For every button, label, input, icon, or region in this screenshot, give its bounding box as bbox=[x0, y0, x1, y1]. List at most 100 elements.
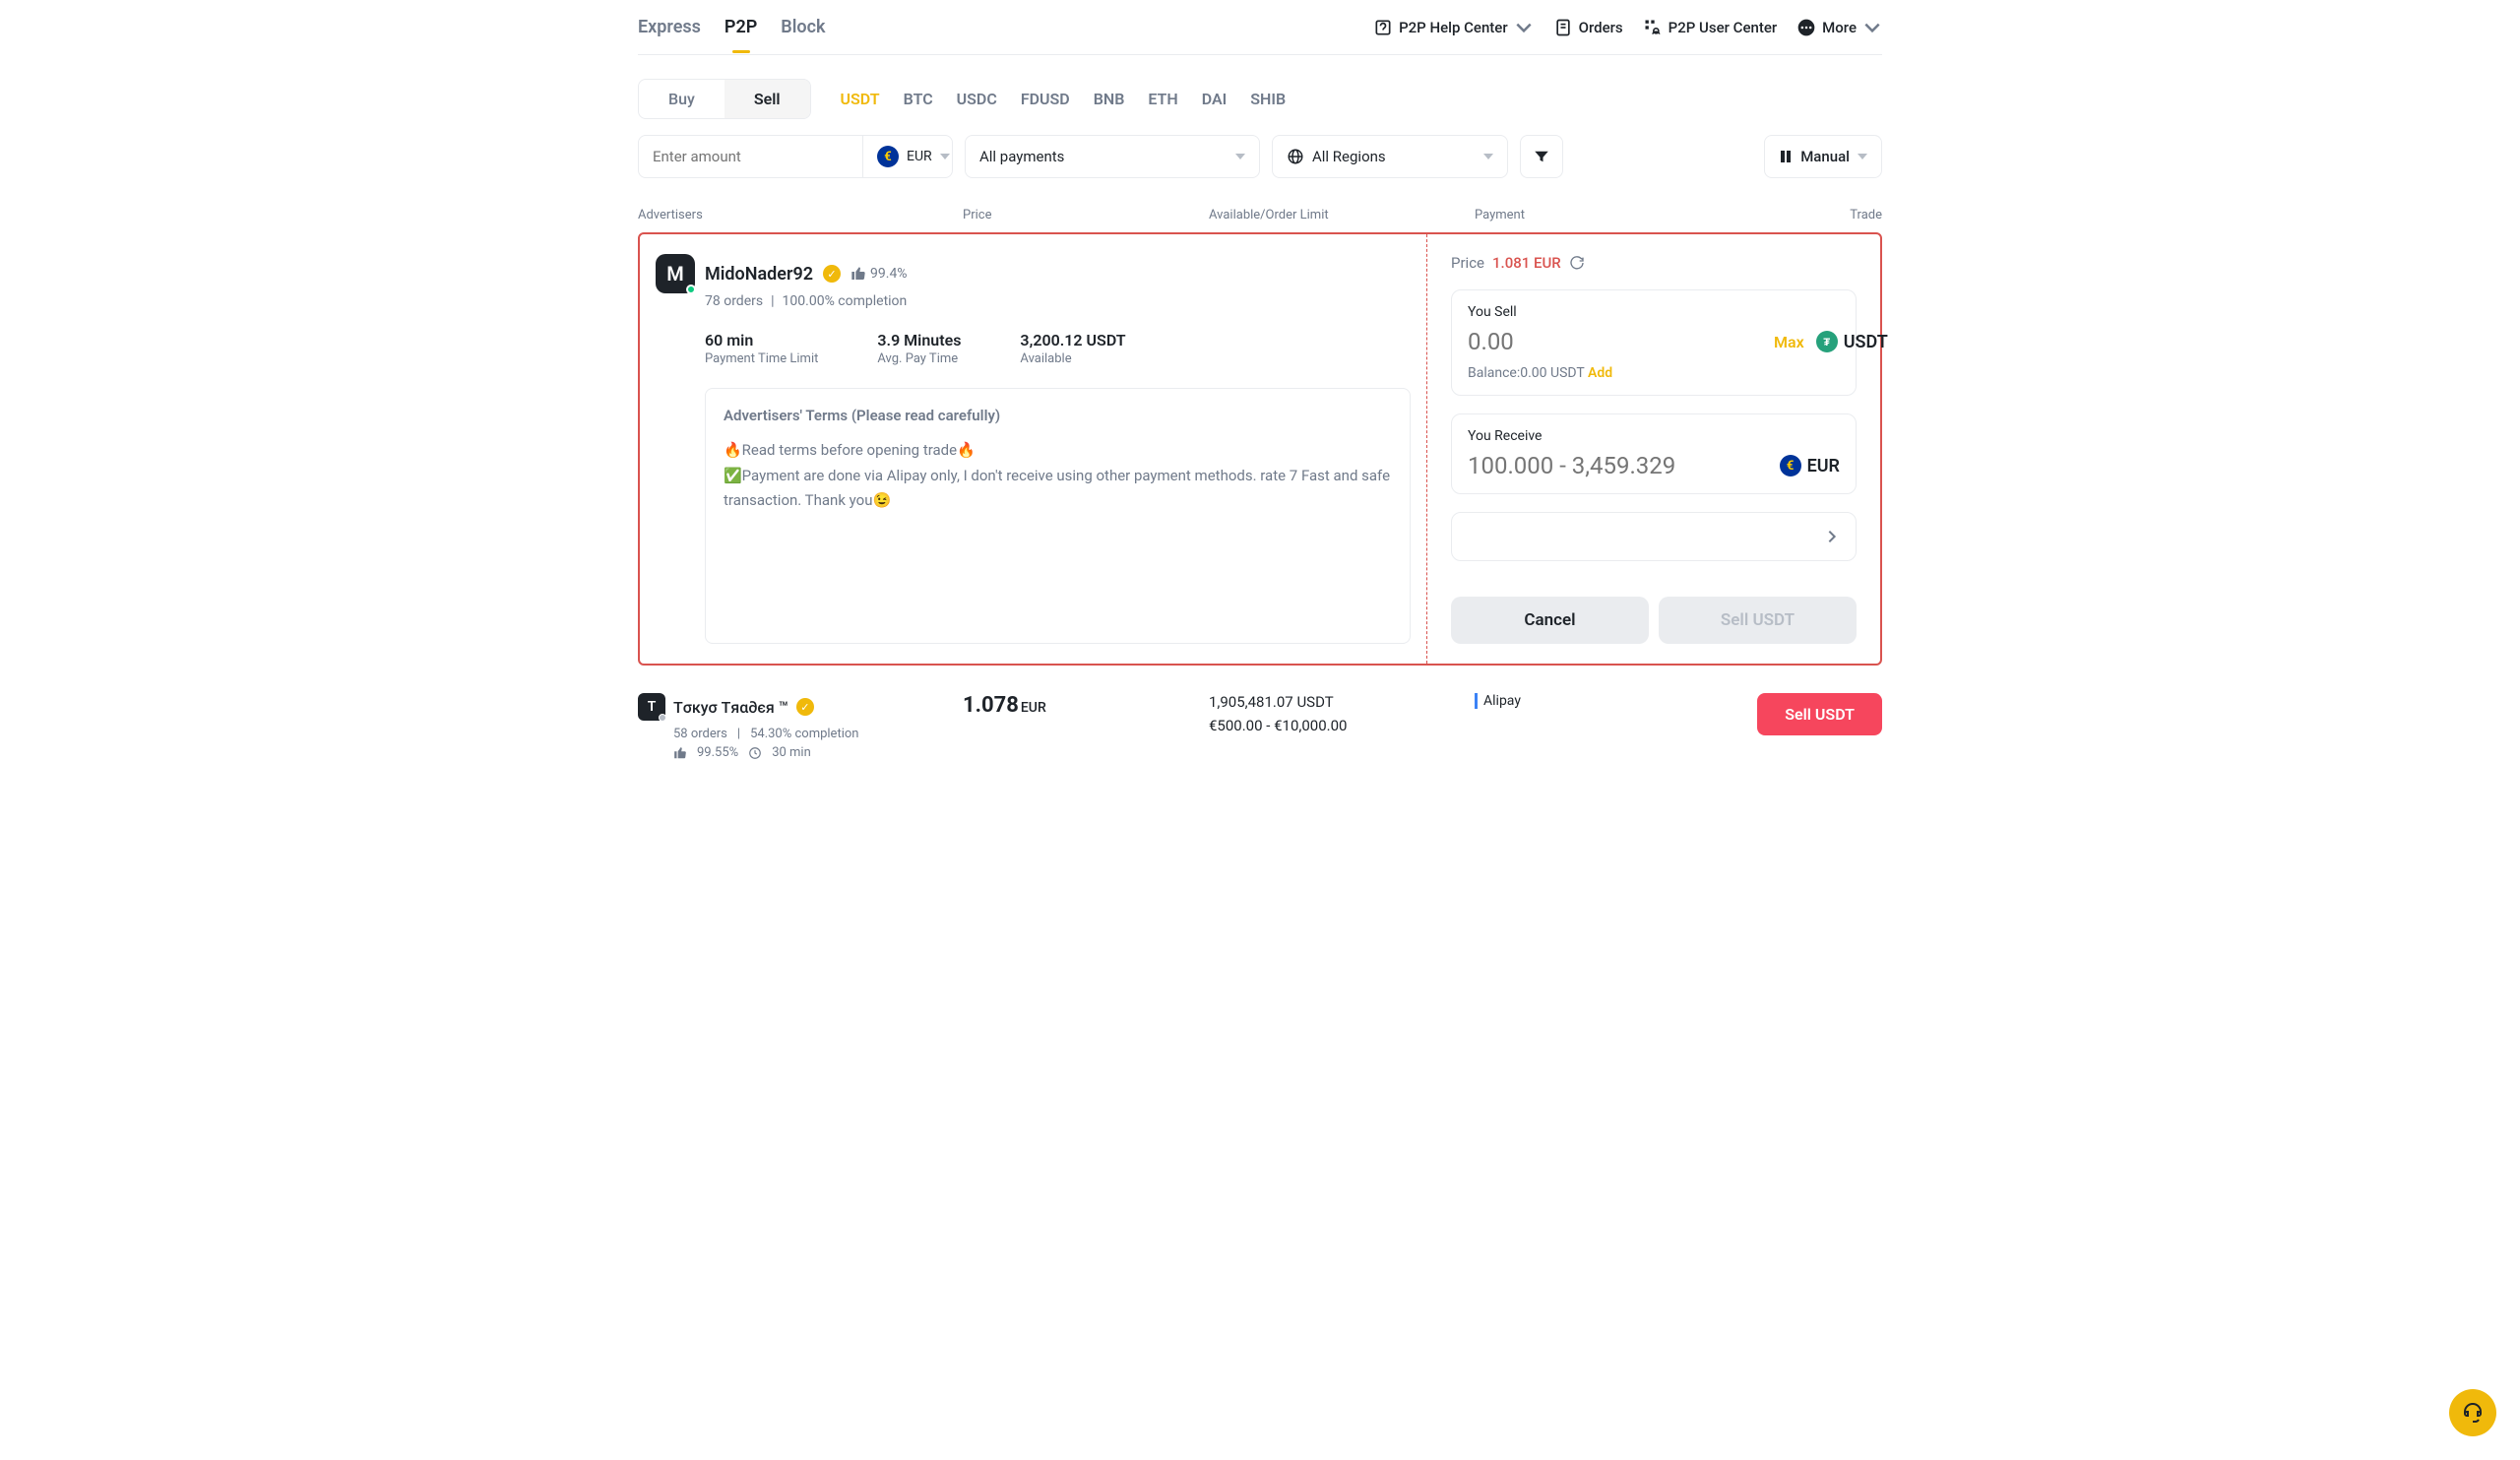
sell-usdt-button[interactable]: Sell USDT bbox=[1757, 693, 1882, 735]
thumb-up-icon bbox=[673, 746, 687, 760]
orders-link[interactable]: Orders bbox=[1553, 18, 1623, 37]
add-balance-link[interactable]: Add bbox=[1588, 365, 1612, 381]
more-icon bbox=[1796, 18, 1816, 37]
more-label: More bbox=[1822, 19, 1857, 36]
time-limit: 30 min bbox=[772, 745, 811, 760]
headset-icon bbox=[2461, 1401, 2485, 1425]
regions-select[interactable]: All Regions bbox=[1272, 135, 1508, 178]
help-center-link[interactable]: P2P Help Center bbox=[1373, 18, 1534, 37]
refresh-icon[interactable] bbox=[1569, 255, 1585, 271]
user-center-link[interactable]: P2P User Center bbox=[1643, 18, 1778, 37]
sell-unit-label: USDT bbox=[1844, 332, 1888, 352]
pause-icon bbox=[1779, 150, 1793, 163]
chevron-down-icon bbox=[1858, 154, 1867, 159]
header-limit: Available/Order Limit bbox=[1209, 208, 1475, 222]
available-value: 3,200.12 USDT bbox=[1020, 331, 1125, 349]
payment-method-tag: Alipay bbox=[1475, 693, 1521, 709]
orders-label: Orders bbox=[1579, 19, 1623, 36]
user-center-label: P2P User Center bbox=[1669, 19, 1778, 36]
payments-label: All payments bbox=[979, 148, 1064, 165]
you-sell-box: You Sell Max ₮ USDT Balance:0.00 USDT Ad… bbox=[1451, 289, 1857, 396]
terms-header: Advertisers' Terms (Please read carefull… bbox=[724, 407, 1392, 424]
price-label: Price bbox=[1451, 254, 1484, 272]
advertiser-name[interactable]: MidoNader92 bbox=[705, 264, 813, 285]
avatar-letter: M bbox=[666, 262, 684, 286]
amount-input[interactable] bbox=[639, 136, 862, 177]
sell-usdt-button[interactable]: Sell USDT bbox=[1659, 597, 1857, 644]
available-amount: 1,905,481.07 USDT bbox=[1209, 693, 1475, 711]
filter-icon bbox=[1533, 148, 1550, 165]
usdt-icon: ₮ bbox=[1816, 331, 1838, 352]
online-dot-icon bbox=[686, 285, 696, 294]
header-price: Price bbox=[963, 208, 1209, 222]
offline-dot-icon bbox=[659, 714, 666, 722]
coin-tabs: USDT BTC USDC FDUSD BNB ETH DAI SHIB bbox=[841, 90, 1287, 108]
eur-icon: € bbox=[1780, 455, 1801, 476]
rating: 99.4% bbox=[850, 266, 908, 282]
tab-p2p[interactable]: P2P bbox=[724, 1, 757, 53]
chevron-down-icon bbox=[1514, 18, 1534, 37]
header-trade: Trade bbox=[1850, 208, 1882, 222]
rating-value: 99.55% bbox=[697, 745, 738, 760]
tab-express[interactable]: Express bbox=[638, 1, 701, 53]
rating-value: 99.4% bbox=[870, 266, 908, 282]
clock-icon bbox=[748, 746, 762, 760]
verified-badge-icon: ✓ bbox=[796, 698, 814, 716]
coin-shib[interactable]: SHIB bbox=[1250, 90, 1286, 108]
ad-row: T Tσкуσ Tяα∂єя ™ ✓ 58 orders | 54.30% co… bbox=[638, 679, 1882, 774]
more-link[interactable]: More bbox=[1796, 18, 1882, 37]
orders-count: 58 orders bbox=[673, 727, 727, 741]
tab-block[interactable]: Block bbox=[781, 1, 825, 53]
coin-usdt[interactable]: USDT bbox=[841, 90, 880, 108]
receive-amount-input[interactable] bbox=[1468, 452, 1780, 479]
advertiser-avatar[interactable]: M bbox=[656, 254, 695, 293]
price-value: 1.078EUR bbox=[963, 693, 1046, 718]
refresh-mode-select[interactable]: Manual bbox=[1764, 135, 1882, 178]
avg-pay-label: Avg. Pay Time bbox=[877, 351, 961, 366]
chevron-right-icon bbox=[1824, 529, 1840, 544]
eur-icon: € bbox=[877, 146, 899, 167]
buy-tab[interactable]: Buy bbox=[639, 80, 724, 118]
coin-bnb[interactable]: BNB bbox=[1094, 90, 1125, 108]
coin-dai[interactable]: DAI bbox=[1202, 90, 1228, 108]
receive-unit-label: EUR bbox=[1807, 456, 1840, 476]
currency-label: EUR bbox=[907, 149, 932, 164]
coin-usdc[interactable]: USDC bbox=[957, 90, 997, 108]
orders-icon bbox=[1553, 18, 1573, 37]
user-center-icon bbox=[1643, 18, 1663, 37]
price-value: 1.081 EUR bbox=[1492, 254, 1561, 272]
buy-sell-toggle: Buy Sell bbox=[638, 79, 811, 119]
support-button[interactable] bbox=[2449, 1389, 2496, 1436]
advertiser-avatar[interactable]: T bbox=[638, 693, 665, 721]
time-limit-label: Payment Time Limit bbox=[705, 351, 818, 366]
help-icon bbox=[1373, 18, 1393, 37]
avatar-letter: T bbox=[648, 699, 657, 715]
expanded-ad-card: M MidoNader92 ✓ 99.4% 78 orders | 100.00… bbox=[638, 232, 1882, 666]
completion-rate: 100.00% completion bbox=[783, 293, 908, 309]
verified-badge-icon: ✓ bbox=[823, 265, 841, 283]
coin-btc[interactable]: BTC bbox=[904, 90, 933, 108]
coin-fdusd[interactable]: FDUSD bbox=[1021, 90, 1070, 108]
payment-method-select[interactable] bbox=[1451, 512, 1857, 561]
sell-amount-input[interactable] bbox=[1468, 328, 1774, 355]
available-label: Available bbox=[1020, 351, 1125, 366]
sell-tab[interactable]: Sell bbox=[724, 80, 810, 118]
refresh-mode-label: Manual bbox=[1800, 148, 1850, 165]
advertiser-name[interactable]: Tσкуσ Tяα∂єя ™ bbox=[673, 698, 788, 717]
regions-label: All Regions bbox=[1312, 148, 1386, 165]
globe-icon bbox=[1287, 148, 1304, 165]
filter-button[interactable] bbox=[1520, 135, 1563, 178]
currency-select[interactable]: € EUR bbox=[862, 136, 964, 177]
header-advertisers: Advertisers bbox=[638, 208, 963, 222]
thumb-up-icon bbox=[850, 266, 866, 282]
cancel-button[interactable]: Cancel bbox=[1451, 597, 1649, 644]
header-payment: Payment bbox=[1475, 208, 1850, 222]
payments-select[interactable]: All payments bbox=[965, 135, 1260, 178]
chevron-down-icon bbox=[940, 154, 950, 159]
chevron-down-icon bbox=[1862, 18, 1882, 37]
max-button[interactable]: Max bbox=[1774, 333, 1804, 351]
table-headers: Advertisers Price Available/Order Limit … bbox=[638, 198, 1882, 232]
coin-eth[interactable]: ETH bbox=[1148, 90, 1177, 108]
orders-count: 78 orders bbox=[705, 293, 763, 309]
you-sell-label: You Sell bbox=[1468, 304, 1840, 320]
